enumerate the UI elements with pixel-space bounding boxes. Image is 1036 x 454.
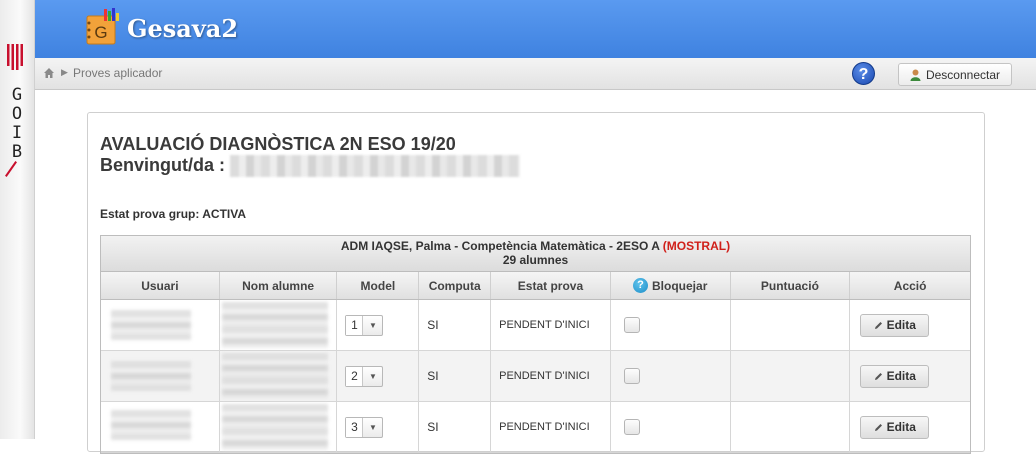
redacted-text [111,410,191,440]
redacted-text [111,361,191,391]
column-header[interactable]: Estat prova [491,272,611,299]
action-cell: Edita [850,300,970,350]
block-checkbox[interactable] [623,317,640,333]
user-cell [101,300,220,350]
computa-cell: SI [419,300,492,350]
block-checkbox[interactable] [623,368,640,384]
block-cell [611,351,731,401]
column-header-bloquejar[interactable]: ? Bloquejar [611,272,731,299]
model-cell: 3 ▼ [337,402,420,452]
column-header[interactable]: Acció [850,272,970,299]
breadcrumb-bar: ▶ Proves aplicador ? Desconnectar [35,58,1036,90]
table-caption: ADM IAQSE, Palma - Competència Matemàtic… [101,236,970,272]
gov-wordmark: G O I B [8,86,26,162]
pencil-icon [874,423,882,431]
column-header[interactable]: Usuari [101,272,220,299]
action-cell: Edita [850,402,970,452]
model-select[interactable]: 2 ▼ [345,365,384,387]
gov-letter: O [11,104,23,124]
student-name-cell [220,351,338,401]
students-table: ADM IAQSE, Palma - Competència Matemàtic… [100,235,971,454]
score-cell [731,300,851,350]
gov-logo-icon [7,44,23,70]
score-cell [731,402,851,452]
welcome-label: Benvingut/da : [100,155,225,175]
edit-label: Edita [886,369,916,383]
status-cell: PENDENT D'INICI [491,351,611,401]
status-cell: PENDENT D'INICI [491,402,611,452]
mostral-tag: (MOSTRAL) [662,239,731,253]
edit-button[interactable]: Edita [860,364,930,388]
redacted-text [221,353,328,399]
block-cell [611,300,731,350]
block-cell [611,402,731,452]
chevron-down-icon: ▼ [368,371,377,381]
edit-button[interactable]: Edita [860,415,930,439]
redacted-text [111,310,191,340]
table-header: Usuari Nom alumne Model Computa Estat pr… [101,272,970,300]
page-title: AVALUACIÓ DIAGNÒSTICA 2N ESO 19/20 [100,134,456,154]
student-count: 29 alumnes [502,253,569,267]
table-caption-title: ADM IAQSE, Palma - Competència Matemàtic… [340,239,660,253]
column-header[interactable]: Puntuació [731,272,851,299]
redacted-text [221,404,328,450]
app-title[interactable]: Gesava2 [127,14,238,43]
edit-button[interactable]: Edita [860,313,930,337]
table-row: 3 ▼ SI PENDENT D'INICI Edita [101,402,970,453]
block-checkbox[interactable] [623,419,640,435]
app-header: G Gesava2 [35,0,1036,58]
question-icon[interactable]: ? [633,278,649,293]
gov-slash-mark [5,161,17,177]
user-cell [101,402,220,452]
student-name-cell [220,300,338,350]
table-row: 2 ▼ SI PENDENT D'INICI Edita [101,351,970,402]
model-select-value: 2 [346,366,364,386]
table-row: 1 ▼ SI PENDENT D'INICI Edita [101,300,970,351]
user-icon [910,69,921,81]
computa-cell: SI [419,351,492,401]
gov-letter: I [11,123,23,143]
column-header[interactable]: Nom alumne [220,272,338,299]
model-cell: 1 ▼ [337,300,420,350]
computa-cell: SI [419,402,492,452]
app-logo-letter: G [94,23,107,42]
score-cell [731,351,851,401]
logout-label: Desconnectar [925,67,1001,82]
model-select[interactable]: 3 ▼ [345,416,384,438]
chevron-down-icon: ▼ [368,320,377,330]
student-name-cell [220,402,338,452]
gov-letter: G [11,85,23,105]
group-status: Estat prova grup: ACTIVA [100,207,247,221]
redacted-text [221,302,328,348]
gov-letter: B [11,142,23,162]
pencil-icon [874,321,882,329]
edit-label: Edita [886,318,916,332]
home-icon[interactable] [43,67,55,79]
help-icon[interactable]: ? [852,62,875,85]
model-select[interactable]: 1 ▼ [345,314,384,336]
main-panel: AVALUACIÓ DIAGNÒSTICA 2N ESO 19/20 Benvi… [87,112,985,454]
model-select-value: 3 [346,417,364,437]
status-cell: PENDENT D'INICI [491,300,611,350]
logout-button[interactable]: Desconnectar [898,63,1012,86]
model-cell: 2 ▼ [337,351,420,401]
column-header[interactable]: Computa [419,272,492,299]
column-header[interactable]: Model [337,272,420,299]
gov-sidebar: G O I B [0,0,35,439]
chevron-down-icon: ▼ [368,422,377,432]
user-name-redacted [230,155,520,177]
user-cell [101,351,220,401]
app-logo-icon[interactable]: G [85,8,123,46]
action-cell: Edita [850,351,970,401]
breadcrumb-item[interactable]: Proves aplicador [73,66,162,80]
pencil-icon [874,372,882,380]
edit-label: Edita [886,420,916,434]
chevron-right-icon: ▶ [61,67,68,77]
model-select-value: 1 [346,315,364,335]
column-header-label: Bloquejar [652,278,708,293]
